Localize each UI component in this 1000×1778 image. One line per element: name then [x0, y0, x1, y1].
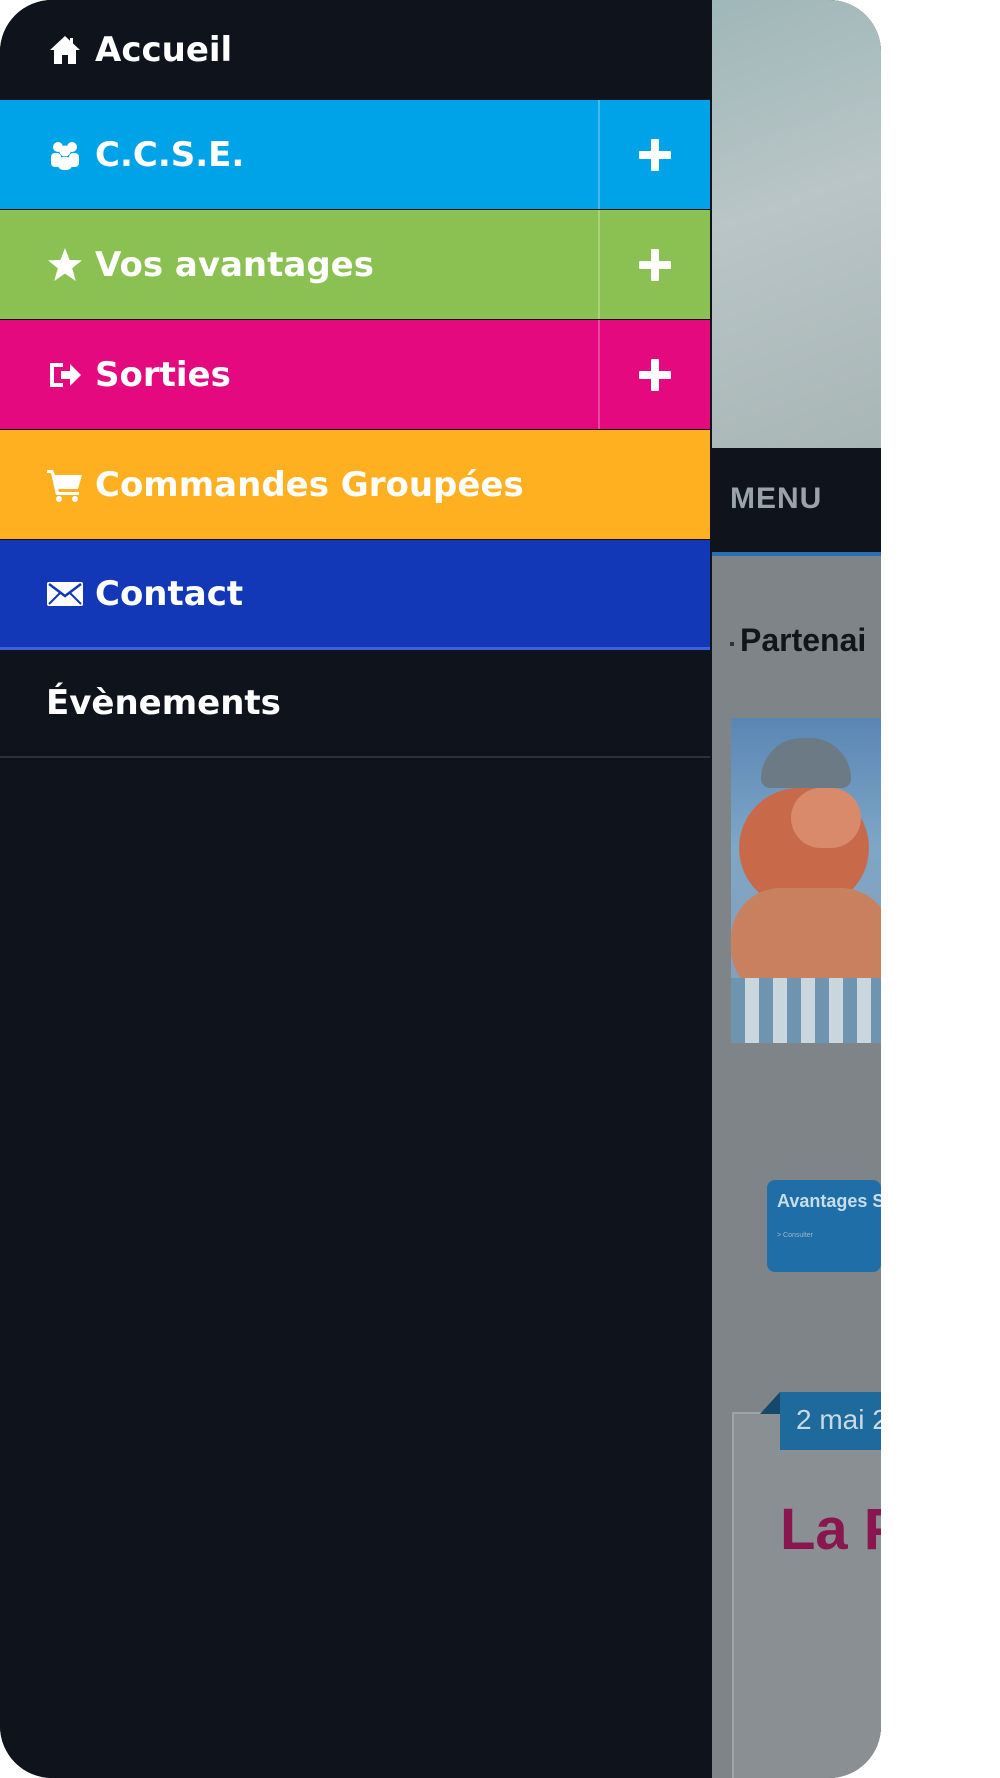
menu-item-accueil[interactable]: Accueil — [0, 0, 710, 99]
menu-item-label: Évènements — [46, 683, 281, 723]
menu-item-commandes-groupees[interactable]: Commandes Groupées — [0, 430, 710, 539]
promo-title: Avantages Sociaux — [777, 1191, 881, 1211]
section-title: Partenai — [730, 622, 867, 659]
envelope-icon — [46, 575, 84, 613]
menu-item-label: C.C.S.E. — [95, 134, 245, 175]
section-title-text: Partenai — [740, 622, 867, 658]
background-page: MENU Partenai Avantages Sociaux > Consul… — [712, 0, 881, 1778]
menu-item-label: Vos avantages — [95, 244, 374, 285]
character-nose — [791, 788, 861, 848]
sign-out-icon — [46, 356, 84, 394]
menu-item-contact[interactable]: Contact — [0, 540, 710, 650]
menu-item-ccse[interactable]: C.C.S.E. — [0, 100, 710, 209]
menu-button-label[interactable]: MENU — [730, 482, 822, 516]
character-pants — [731, 978, 881, 1043]
cart-icon — [46, 466, 84, 504]
expand-ccse-button[interactable] — [598, 100, 710, 209]
character-helmet — [761, 738, 851, 788]
plus-icon — [639, 358, 671, 391]
menu-item-label: Contact — [95, 573, 244, 614]
top-menu-bar[interactable]: MENU — [712, 448, 881, 556]
partner-slider-image[interactable] — [731, 718, 881, 1043]
news-headline[interactable]: La Pa — [780, 1496, 881, 1563]
group-icon — [46, 136, 84, 174]
hero-banner — [712, 0, 881, 448]
news-card[interactable] — [732, 1412, 881, 1778]
menu-item-vos-avantages[interactable]: Vos avantages — [0, 210, 710, 319]
bullet-dot — [730, 642, 734, 646]
menu-item-label: Accueil — [95, 29, 233, 70]
menu-item-evenements[interactable]: Évènements — [0, 650, 710, 758]
date-tag-fold — [760, 1392, 780, 1414]
phone-screen: MENU Partenai Avantages Sociaux > Consul… — [0, 0, 881, 1778]
menu-item-label: Sorties — [95, 354, 231, 395]
star-icon — [46, 246, 84, 284]
expand-avantages-button[interactable] — [598, 210, 710, 319]
menu-item-label: Commandes Groupées — [95, 464, 524, 505]
date-tag: 2 mai 2 — [780, 1392, 881, 1450]
promo-subtitle: > Consulter — [777, 1232, 813, 1239]
date-tag-text: 2 mai 2 — [796, 1404, 881, 1435]
menu-item-sorties[interactable]: Sorties — [0, 320, 710, 429]
promo-card[interactable]: Avantages Sociaux > Consulter — [767, 1180, 881, 1272]
plus-icon — [639, 138, 671, 171]
home-icon — [46, 31, 84, 69]
plus-icon — [639, 248, 671, 281]
expand-sorties-button[interactable] — [598, 320, 710, 429]
navigation-drawer: Accueil C.C.S.E. Vos avantages Sorties C… — [0, 0, 710, 1778]
